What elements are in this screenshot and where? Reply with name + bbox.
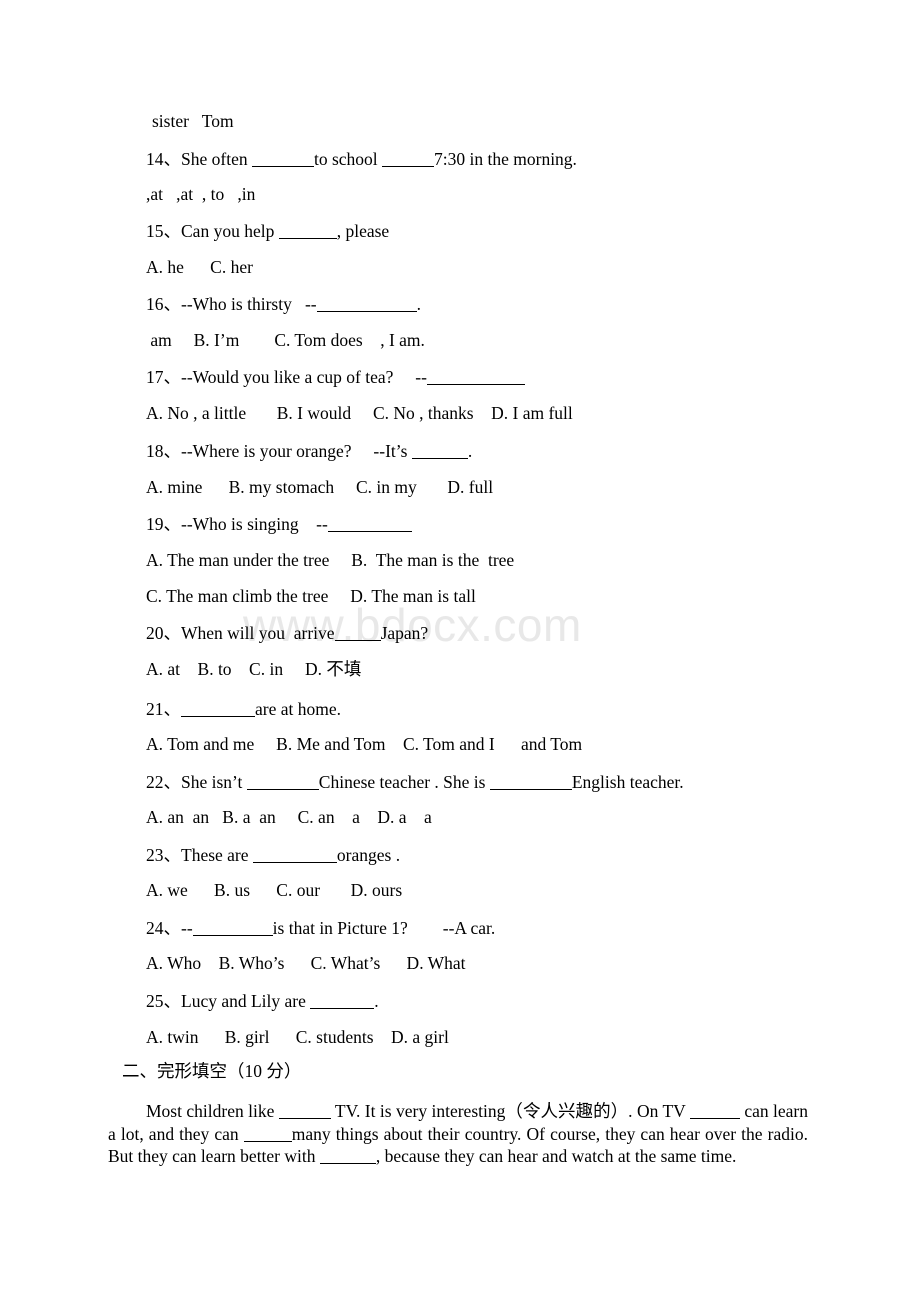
passage-part-5: , because they can hear and watch at the… <box>375 1146 737 1166</box>
q21-stem-suffix: are at home. <box>255 699 341 720</box>
q22-stem-suffix: English teacher. <box>571 772 684 793</box>
section-two-heading: 二、完形填空（10 分） <box>122 1061 302 1081</box>
q23-blank-1 <box>252 846 337 864</box>
question-15-options: A. he C. her <box>146 257 253 277</box>
passage-blank-1 <box>278 1102 331 1119</box>
question-24-stem: 24、-- is that in Picture 1? --A car. <box>146 919 495 938</box>
q18-stem-prefix: 18、--Where is your orange? --It’s <box>146 441 412 462</box>
passage-blank-3 <box>243 1124 292 1142</box>
q25-stem-prefix: 25、Lucy and Lily are <box>146 991 311 1012</box>
question-16-options: am B. I’m C. Tom does , I am. <box>146 330 425 350</box>
question-16-stem: 16、--Who is thirsty --. <box>146 295 421 314</box>
q20-blank-1 <box>334 624 381 642</box>
question-22-options: A. an an B. a an C. an a D. a a <box>146 807 432 827</box>
question-18-stem: 18、--Where is your orange? --It’s . <box>146 442 472 461</box>
q17-stem-prefix: 17、--Would you like a cup of tea? -- <box>146 367 427 388</box>
q18-stem-suffix: . <box>467 441 473 462</box>
passage-part-1: Most children like <box>146 1101 279 1121</box>
q14-blank-2 <box>382 150 435 168</box>
q21-blank-1 <box>181 700 255 718</box>
q17-blank-1 <box>426 368 525 386</box>
question-21-stem: 21、 are at home. <box>146 700 341 719</box>
question-20-stem: 20、When will you arrive Japan? <box>146 624 428 643</box>
q20-stem-suffix: Japan? <box>380 623 429 644</box>
question-17-options: A. No , a little B. I would C. No , than… <box>146 403 573 423</box>
question-24-options: A. Who B. Who’s C. What’s D. What <box>146 953 466 973</box>
q18-blank-1 <box>411 442 468 460</box>
passage-part-2: TV. It is very interesting（令人兴趣的）. On TV <box>330 1101 690 1121</box>
q20-stem-prefix: 20、When will you arrive <box>146 623 335 644</box>
question-17-stem: 17、--Would you like a cup of tea? -- <box>146 368 525 387</box>
q16-stem-suffix: . <box>416 294 421 315</box>
q22-blank-1 <box>246 773 319 791</box>
q24-stem-prefix: 24、-- <box>146 918 193 939</box>
q25-stem-suffix: . <box>374 991 379 1012</box>
q25-blank-1 <box>310 992 375 1010</box>
question-20-options: A. at B. to C. in D. 不填 <box>146 659 362 679</box>
passage-blank-2 <box>689 1102 740 1119</box>
document-page: www.bdocx.com sister Tom 14、She often to… <box>0 0 920 1302</box>
question-14-options: ,at ,at , to ,in <box>146 184 256 204</box>
cloze-passage: Most children like TV. It is very intere… <box>108 1100 808 1168</box>
q22-stem-prefix: 22、She isn’t <box>146 772 247 793</box>
passage-blank-4 <box>319 1147 376 1164</box>
q22-stem-mid: Chinese teacher . She is <box>318 772 490 793</box>
question-19-options-a: A. The man under the tree B. The man is … <box>146 550 515 570</box>
q15-blank-1 <box>278 222 337 240</box>
q21-stem-prefix: 21、 <box>146 699 181 720</box>
q16-blank-1 <box>316 295 417 313</box>
question-14-stem: 14、She often to school 7:30 in the morni… <box>146 150 577 169</box>
q15-stem-prefix: 15、Can you help <box>146 221 279 242</box>
q19-stem-prefix: 19、--Who is singing -- <box>146 514 328 535</box>
q19-blank-1 <box>327 515 412 533</box>
q23-stem-prefix: 23、These are <box>146 845 253 866</box>
question-19-options-b: C. The man climb the tree D. The man is … <box>146 586 476 606</box>
question-23-options: A. we B. us C. our D. ours <box>146 880 403 900</box>
question-25-options: A. twin B. girl C. students D. a girl <box>146 1027 449 1047</box>
question-23-stem: 23、These are oranges . <box>146 846 400 865</box>
q24-blank-1 <box>192 919 273 937</box>
question-22-stem: 22、She isn’t Chinese teacher . She is En… <box>146 773 684 792</box>
q15-stem-suffix: , please <box>336 221 390 242</box>
q14-stem-prefix: 14、She often <box>146 149 252 170</box>
q23-stem-suffix: oranges . <box>336 845 401 866</box>
q14-blank-1 <box>251 150 314 168</box>
q22-blank-2 <box>489 773 572 791</box>
question-25-stem: 25、Lucy and Lily are . <box>146 992 379 1011</box>
text-fragment-sister-tom: sister Tom <box>152 111 234 131</box>
question-18-options: A. mine B. my stomach C. in my D. full <box>146 477 494 497</box>
q14-stem-mid: to school <box>313 149 383 170</box>
q24-stem-suffix: is that in Picture 1? --A car. <box>272 918 496 939</box>
question-19-stem: 19、--Who is singing -- <box>146 515 412 534</box>
question-15-stem: 15、Can you help , please <box>146 222 389 241</box>
question-21-options: A. Tom and me B. Me and Tom C. Tom and I… <box>146 734 583 754</box>
q14-stem-suffix: 7:30 in the morning. <box>434 149 577 170</box>
q16-stem-prefix: 16、--Who is thirsty -- <box>146 294 317 315</box>
